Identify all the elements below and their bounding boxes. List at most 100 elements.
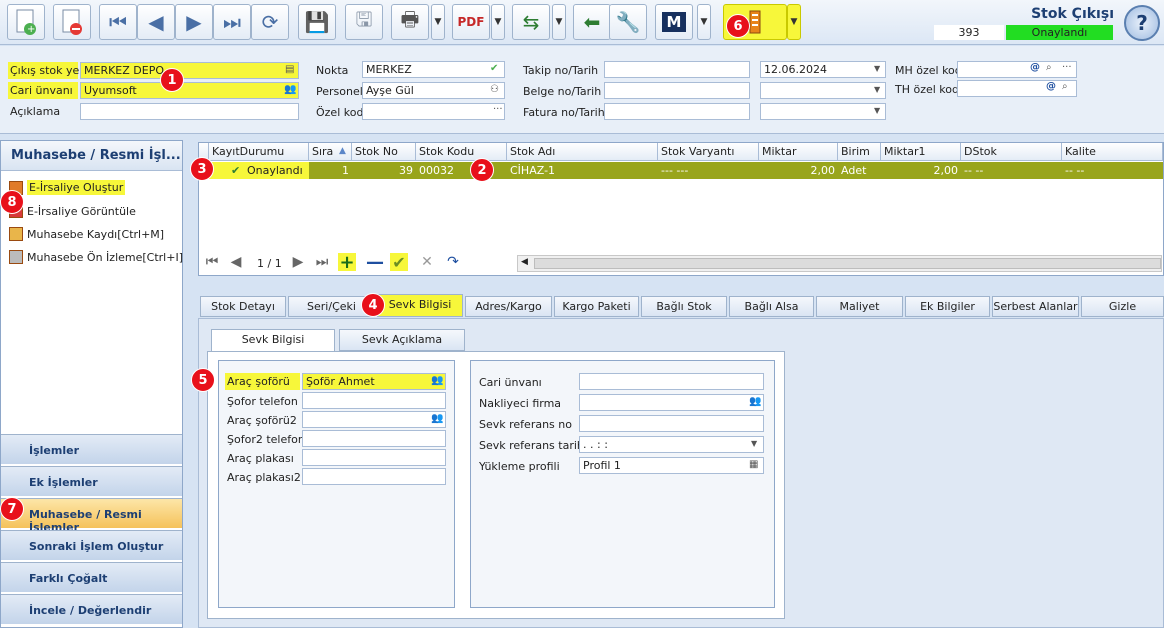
mh-field[interactable]: [957, 61, 1077, 78]
cancel-icon[interactable]: ✕: [418, 253, 436, 271]
new-doc-icon[interactable]: +: [7, 4, 45, 40]
first-page-icon[interactable]: ⏮: [203, 253, 221, 271]
fatura-no-field[interactable]: [604, 103, 750, 120]
nav-incele-degerlendir[interactable]: İncele / Değerlendir: [1, 594, 182, 624]
first-record-icon[interactable]: ⏮: [99, 4, 137, 40]
remove-row-icon[interactable]: —: [366, 252, 384, 273]
people-icon[interactable]: 👥: [749, 396, 761, 407]
people-icon[interactable]: 👥: [431, 375, 443, 386]
ozel-kod-field[interactable]: [362, 103, 505, 120]
prev-record-icon[interactable]: ◀: [137, 4, 175, 40]
subtab-sevk-bilgisi[interactable]: Sevk Bilgisi: [211, 329, 335, 352]
sevk-ref-tarih-field[interactable]: . . : :: [579, 436, 764, 453]
column-header[interactable]: Stok Varyantı: [658, 143, 759, 161]
subtab-sevk-aciklama[interactable]: Sevk Açıklama: [339, 329, 465, 351]
column-header[interactable]: Kalite: [1062, 143, 1163, 161]
nokta-field[interactable]: MERKEZ: [362, 61, 505, 78]
sidebar-item-muhasebe-kaydi[interactable]: Muhasebe Kaydı[Ctrl+M]: [9, 227, 164, 241]
date-dropdown-icon[interactable]: ▼: [874, 85, 880, 94]
tab-sevk-bilgisi[interactable]: Sevk Bilgisi: [377, 294, 463, 317]
horizontal-scrollbar[interactable]: ◀: [517, 255, 1162, 272]
column-header[interactable]: Stok No: [352, 143, 416, 161]
tab-bagli-stok[interactable]: Bağlı Stok: [641, 296, 727, 317]
cikis-stok-yeri-field[interactable]: MERKEZ DEPO: [80, 62, 299, 79]
nav-islemler[interactable]: İşlemler: [1, 434, 182, 464]
save-close-icon[interactable]: 🖫: [345, 4, 383, 40]
arac-soforu2-field[interactable]: [302, 411, 446, 428]
sevk-ref-no-field[interactable]: [579, 415, 764, 432]
next-record-icon[interactable]: ▶: [175, 4, 213, 40]
search-icon[interactable]: ⌕: [1046, 62, 1052, 73]
people-icon[interactable]: 👥: [431, 413, 443, 424]
th-field[interactable]: [957, 80, 1077, 97]
ellipsis-icon[interactable]: ···: [1062, 62, 1072, 73]
tools-icon[interactable]: 🔧: [609, 4, 647, 40]
belge-no-field[interactable]: [604, 82, 750, 99]
export-icon[interactable]: ⇆: [512, 4, 550, 40]
search-icon[interactable]: ⌕: [1062, 81, 1068, 92]
status-dropdown-icon[interactable]: ▼: [787, 4, 801, 40]
column-header[interactable]: KayıtDurumu: [209, 143, 309, 161]
last-record-icon[interactable]: ⏭: [213, 4, 251, 40]
arac-plakasi-field[interactable]: [302, 449, 446, 466]
pdf-dropdown-icon[interactable]: ▼: [491, 4, 505, 40]
check-icon[interactable]: ✔: [490, 63, 498, 74]
belge-tarih-field[interactable]: [760, 82, 886, 99]
m-dropdown-icon[interactable]: ▼: [697, 4, 711, 40]
scroll-left-icon[interactable]: ◀: [521, 257, 528, 267]
at-icon[interactable]: @: [1030, 62, 1040, 73]
print-icon[interactable]: 🖶: [391, 4, 429, 40]
next-page-icon[interactable]: ▶: [289, 253, 307, 271]
date-dropdown-icon[interactable]: ▼: [874, 106, 880, 115]
cari-unvani-field[interactable]: Uyumsoft: [80, 82, 299, 99]
tab-maliyet[interactable]: Maliyet: [816, 296, 903, 317]
takip-no-field[interactable]: [604, 61, 750, 78]
arac-soforu-field[interactable]: Şoför Ahmet: [302, 373, 446, 390]
yukleme-profili-field[interactable]: Profil 1: [579, 457, 764, 474]
sofor-telefon-field[interactable]: [302, 392, 446, 409]
nav-ek-islemler[interactable]: Ek İşlemler: [1, 466, 182, 496]
scroll-thumb[interactable]: [534, 258, 1161, 269]
personel-field[interactable]: Ayşe Gül: [362, 82, 505, 99]
person-lookup-icon[interactable]: ⚇: [490, 84, 499, 95]
delete-doc-icon[interactable]: [53, 4, 91, 40]
sidebar-item-muhasebe-on-izleme[interactable]: Muhasebe Ön İzleme[Ctrl+I]: [9, 250, 183, 264]
date-dropdown-icon[interactable]: ▼: [751, 439, 757, 448]
tab-ek-bilgiler[interactable]: Ek Bilgiler: [905, 296, 990, 317]
m-icon[interactable]: M: [655, 4, 693, 40]
nakliyeci-field[interactable]: [579, 394, 764, 411]
ellipsis-icon[interactable]: ···: [493, 104, 503, 115]
redo-icon[interactable]: ↷: [444, 253, 462, 271]
refresh-icon[interactable]: ⟳: [251, 4, 289, 40]
column-header[interactable]: Birim: [838, 143, 881, 161]
arac-plakasi2-field[interactable]: [302, 468, 446, 485]
nav-farkli-cogalt[interactable]: Farklı Çoğalt: [1, 562, 182, 592]
calculator-icon[interactable]: ▦: [749, 459, 758, 470]
help-button[interactable]: ?: [1124, 5, 1160, 41]
fatura-tarih-field[interactable]: [760, 103, 886, 120]
last-page-icon[interactable]: ⏭: [313, 253, 331, 271]
column-header[interactable]: DStok: [961, 143, 1062, 161]
people-icon[interactable]: 👥: [284, 84, 296, 95]
column-header[interactable]: Stok Kodu: [416, 143, 507, 161]
takip-tarih-field[interactable]: 12.06.2024: [760, 61, 886, 78]
tab-bagli-alsa[interactable]: Bağlı Alsa: [729, 296, 814, 317]
tab-stok-detayi[interactable]: Stok Detayı: [200, 296, 286, 317]
lookup-icon[interactable]: ▤: [285, 64, 294, 75]
confirm-icon[interactable]: ✔: [390, 253, 408, 272]
nav-sonraki-islem[interactable]: Sonraki İşlem Oluştur: [1, 530, 182, 560]
sidebar-item-e-irsaliye-olustur[interactable]: E-İrsaliye Oluştur: [9, 180, 126, 195]
at-icon[interactable]: @: [1046, 81, 1056, 92]
sidebar-item-e-irsaliye-goruntule[interactable]: E-İrsaliye Görüntüle: [9, 204, 136, 218]
tab-kargo-paketi[interactable]: Kargo Paketi: [554, 296, 639, 317]
tab-serbest-alanlar[interactable]: Serbest Alanlar: [992, 296, 1079, 317]
column-header[interactable]: Miktar: [759, 143, 838, 161]
tab-adres-kargo[interactable]: Adres/Kargo: [465, 296, 552, 317]
sevk-cari-unvani-field[interactable]: [579, 373, 764, 390]
pdf-icon[interactable]: PDF: [452, 4, 490, 40]
add-row-icon[interactable]: +: [338, 252, 356, 273]
column-header[interactable]: Stok Adı: [507, 143, 658, 161]
save-icon[interactable]: 💾: [298, 4, 336, 40]
aciklama-field[interactable]: [80, 103, 299, 120]
nav-muhasebe-resmi[interactable]: Muhasebe / Resmi İşlemler: [1, 498, 182, 534]
